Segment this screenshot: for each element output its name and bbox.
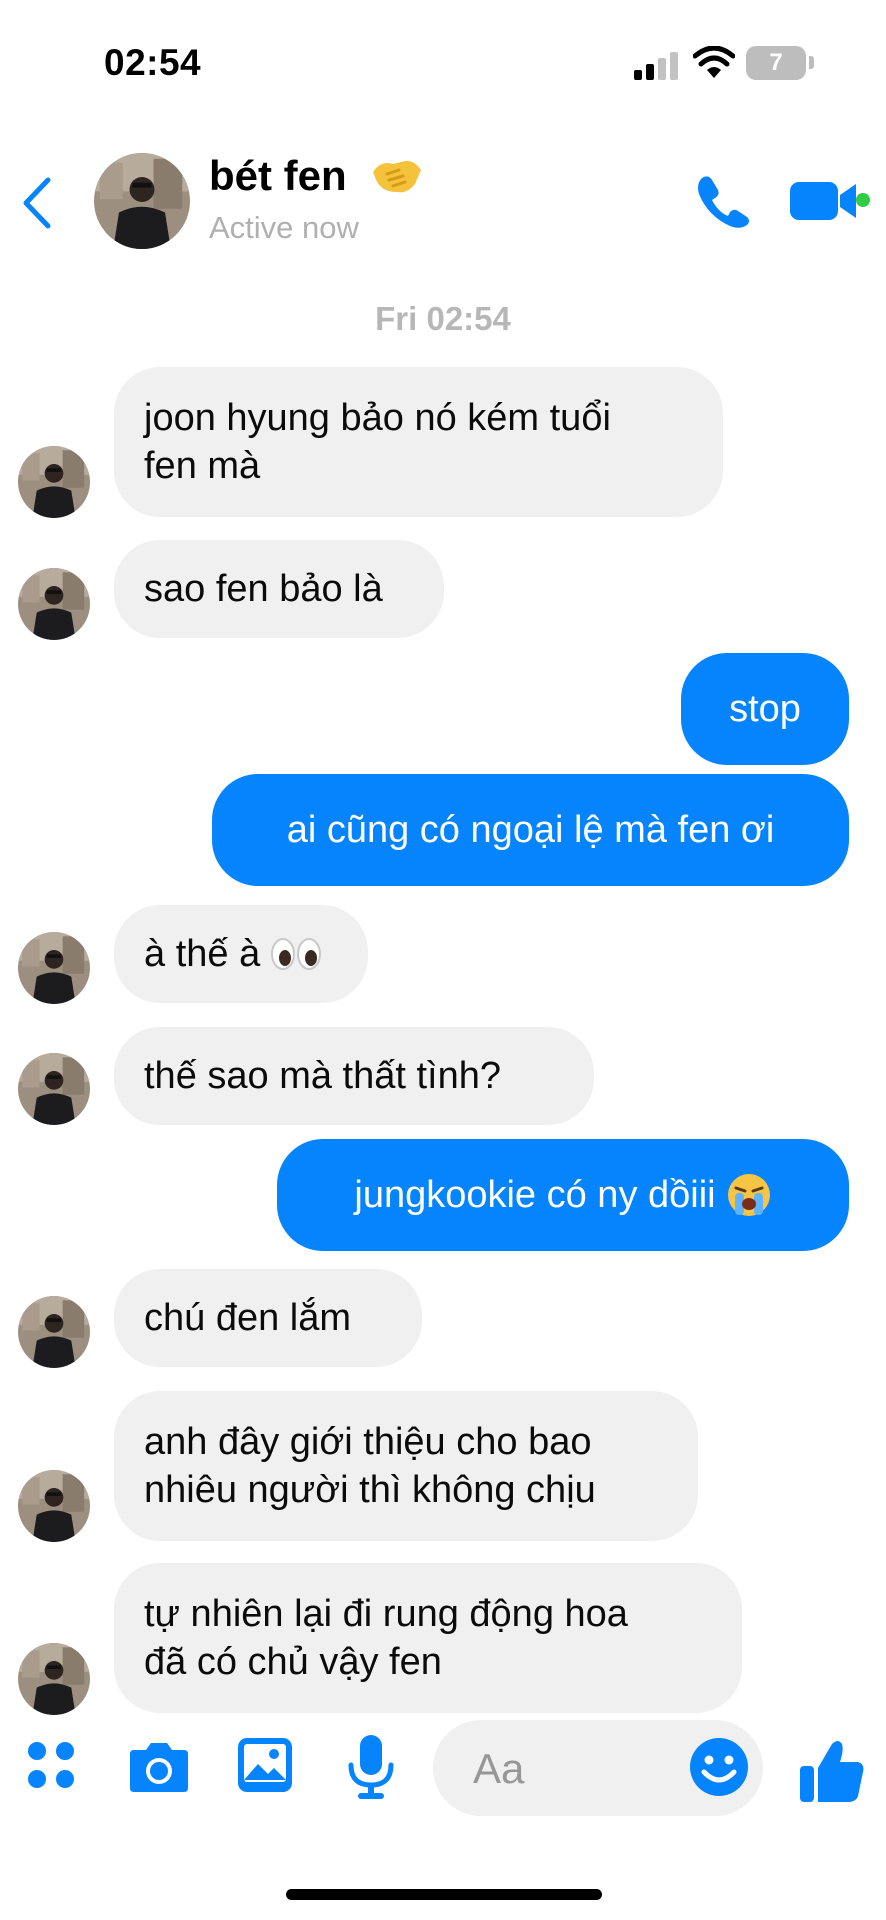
battery-tip: [809, 56, 814, 69]
sender-avatar: [18, 568, 90, 640]
contact-avatar[interactable]: [94, 153, 190, 249]
message-text: jungkookie có ny dồiii: [354, 1174, 716, 1216]
home-indicator: [286, 1889, 602, 1900]
back-chevron-icon[interactable]: [14, 172, 62, 234]
message-text: sao fen bảo là: [144, 568, 383, 610]
eyes-emoji-icon: [271, 938, 322, 970]
message-input-placeholder: Aa: [473, 1745, 525, 1792]
status-time: 02:54: [104, 42, 202, 83]
wifi-icon: [693, 46, 735, 78]
contact-name[interactable]: bét fen: [209, 152, 347, 200]
camera-icon[interactable]: [126, 1740, 192, 1794]
crying-face-emoji-icon: [727, 1174, 770, 1216]
thumbs-up-icon[interactable]: [798, 1738, 866, 1804]
message-bubble-incoming[interactable]: à thế à: [114, 905, 368, 1003]
message-text: joon hyung bảo nó kém tuổi: [144, 397, 611, 439]
sender-avatar: [18, 446, 90, 518]
message-bubble-outgoing[interactable]: stop: [681, 653, 849, 765]
apps-grid-icon[interactable]: [26, 1740, 76, 1790]
contact-status: Active now: [209, 210, 359, 245]
message-text: fen mà: [144, 445, 261, 487]
message-text: thế sao mà thất tình?: [144, 1055, 502, 1097]
cellular-signal-icon: [634, 50, 678, 80]
video-camera-icon[interactable]: [790, 178, 866, 224]
photo-icon[interactable]: [236, 1736, 294, 1794]
message-bubble-incoming[interactable]: chú đen lắm: [114, 1269, 422, 1367]
emoji-icon[interactable]: [688, 1736, 750, 1798]
battery-level: 7: [769, 49, 783, 76]
message-text: ai cũng có ngoại lệ mà fen ơi: [286, 809, 775, 851]
message-text: anh đây giới thiệu cho bao: [144, 1421, 592, 1463]
microphone-icon[interactable]: [346, 1733, 396, 1801]
message-bubble-incoming[interactable]: sao fen bảo là: [114, 540, 444, 638]
message-bubble-incoming[interactable]: joon hyung bảo nó kém tuổi fen mà: [114, 367, 723, 517]
chat-timestamp: Fri 02:54: [375, 300, 511, 337]
message-bubble-outgoing[interactable]: ai cũng có ngoại lệ mà fen ơi: [212, 774, 849, 886]
message-text: stop: [729, 688, 801, 730]
online-indicator: [856, 193, 870, 207]
message-text: tự nhiên lại đi rung động hoa: [144, 1593, 628, 1635]
message-text: chú đen lắm: [144, 1297, 352, 1339]
message-bubble-incoming[interactable]: anh đây giới thiệu cho bao nhiêu người t…: [114, 1391, 698, 1541]
battery-icon: 7: [746, 46, 806, 80]
sender-avatar: [18, 1643, 90, 1715]
message-bubble-incoming[interactable]: tự nhiên lại đi rung động hoa đã có chủ …: [114, 1563, 742, 1713]
message-text: à thế à: [144, 933, 261, 975]
handshake-emoji-icon: [373, 161, 421, 193]
message-text: đã có chủ vậy fen: [144, 1641, 442, 1683]
sender-avatar: [18, 1470, 90, 1542]
message-bubble-outgoing[interactable]: jungkookie có ny dồiii: [277, 1139, 849, 1251]
sender-avatar: [18, 932, 90, 1004]
sender-avatar: [18, 1053, 90, 1125]
message-bubble-incoming[interactable]: thế sao mà thất tình?: [114, 1027, 594, 1125]
sender-avatar: [18, 1296, 90, 1368]
message-text: nhiêu người thì không chịu: [144, 1469, 596, 1511]
phone-icon[interactable]: [692, 172, 752, 230]
